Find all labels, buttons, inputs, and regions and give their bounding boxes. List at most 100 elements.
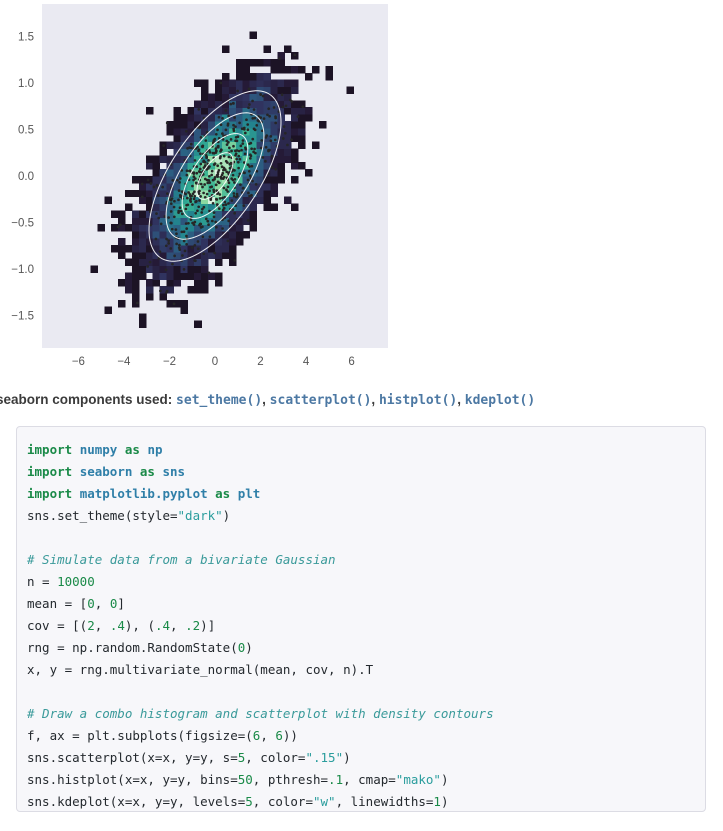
code-token: ) [343,750,351,765]
code-token: # Simulate data from a bivariate Gaussia… [27,552,336,567]
x-tick-label: 0 [212,356,218,368]
x-tick-label: 2 [257,356,263,368]
code-token: ] [117,596,125,611]
component-separator: , [262,392,266,407]
y-tick-label: 1.5 [18,32,34,44]
code-line: mean = [0, 0] [27,596,125,611]
code-content: import numpy as np import seaborn as sns… [17,427,705,811]
code-token: as [124,442,140,457]
code-token: )) [282,728,298,743]
component-link-kdeplot[interactable]: kdeplot() [465,393,535,408]
y-tick-label: −1.5 [11,311,34,323]
code-line: x, y = rng.multivariate_normal(mean, cov… [27,662,373,677]
scatter-hist-kde-plot: −6 −4 −2 0 2 4 6 1.5 1.0 0.5 0.0 −0.5 −1.0 −1.5 [0,0,723,380]
code-token: 1 [433,794,441,809]
code-token: "w" [313,794,336,809]
code-token: sns [162,464,186,479]
code-token: , color= [252,794,313,809]
code-token: sns.set_theme(style= [27,508,178,523]
code-token: .4 [154,618,171,633]
code-token: 50 [237,772,253,787]
code-token: ), ( [124,618,155,633]
code-token: import [27,442,80,457]
seaborn-figure: −6 −4 −2 0 2 4 6 1.5 1.0 0.5 0.0 −0.5 −1.0 −1.5 [0,0,723,380]
code-token: , linewidths= [335,794,434,809]
code-line: import seaborn as sns [27,464,185,479]
component-link-histplot[interactable]: histplot() [379,393,457,408]
code-token: n = [27,574,58,589]
code-token: sns.histplot(x=x, y=y, bins= [27,772,238,787]
y-tick-label: −0.5 [11,218,34,230]
code-token: numpy [79,442,118,457]
code-token: # Draw a combo histogram and scatterplot… [27,706,494,721]
code-line: sns.kdeplot(x=x, y=y, levels=5, color="w… [27,794,448,809]
code-line: # Simulate data from a bivariate Gaussia… [27,552,336,567]
code-line: sns.histplot(x=x, y=y, bins=50, pthresh=… [27,772,448,787]
code-token: )] [200,618,216,633]
code-token: sns.kdeplot(x=x, y=y, levels= [27,794,246,809]
code-token: as [215,486,231,501]
component-link-scatterplot[interactable]: scatterplot() [270,393,372,408]
code-token: x, y = rng.multivariate_normal(mean, cov… [27,662,374,677]
y-tick-label: 0.0 [18,171,34,183]
code-token: matplotlib.pyplot [79,486,208,501]
code-token: import [27,464,80,479]
code-token: ) [222,508,231,523]
code-token: , color= [245,750,306,765]
code-token: cov = [( [27,618,88,633]
code-token: , [94,596,110,611]
code-token: np [147,442,163,457]
code-token: 5 [245,794,253,809]
y-tick-label: −1.0 [11,264,34,276]
seaborn-components-used: seaborn components used: set_theme(), sc… [0,390,723,410]
code-token: , [94,618,110,633]
code-token: import [27,486,80,501]
code-line: cov = [(2, .4), (.4, .2)] [27,618,215,633]
code-token: f, ax = plt.subplots(figsize=( [27,728,253,743]
y-tick-label: 0.5 [18,125,34,137]
code-line: f, ax = plt.subplots(figsize=(6, 6)) [27,728,298,743]
code-token: mean = [ [27,596,88,611]
code-token: ) [245,640,253,655]
code-block[interactable]: import numpy as np import seaborn as sns… [16,426,706,812]
code-token: rng = np.random.RandomState( [27,640,238,655]
code-token: , cmap= [343,772,396,787]
code-line: rng = np.random.RandomState(0) [27,640,253,655]
code-token: ) [440,772,449,787]
code-token: .4 [109,618,125,633]
code-line: n = 10000 [27,574,95,589]
y-tick-label: 1.0 [18,78,34,90]
component-separator: , [371,392,376,407]
code-token: 2 [87,618,95,633]
x-tick-label: −4 [117,356,131,368]
code-token: "dark" [177,508,223,523]
code-token: , [170,618,186,633]
code-token: ) [440,794,449,809]
x-tick-label: 6 [348,356,354,368]
code-line: sns.set_theme(style="dark") [27,508,230,523]
code-token: ".15" [305,750,344,765]
x-tick-label: −6 [72,356,85,368]
code-token: 0 [87,596,95,611]
code-token: sns.scatterplot(x=x, y=y, s= [27,750,238,765]
component-separator: , [457,392,461,407]
components-lead-label: seaborn components used: [0,392,173,407]
x-tick-label: −2 [163,356,176,368]
code-line: sns.scatterplot(x=x, y=y, s=5, color=".1… [27,750,351,765]
code-line: import numpy as np [27,442,163,457]
code-token: as [139,464,155,479]
code-line: # Draw a combo histogram and scatterplot… [27,706,494,721]
code-token: 6 [275,728,283,743]
code-token: seaborn [79,464,133,479]
code-token: , pthresh= [252,772,329,787]
code-token: plt [237,486,261,501]
component-link-set_theme[interactable]: set_theme() [176,393,262,408]
x-tick-label: 4 [303,356,310,368]
code-token: .1 [328,772,344,787]
components-link-list: set_theme(), scatterplot(), histplot(), … [172,392,535,408]
code-token: .2 [185,618,201,633]
code-token: , [260,728,276,743]
